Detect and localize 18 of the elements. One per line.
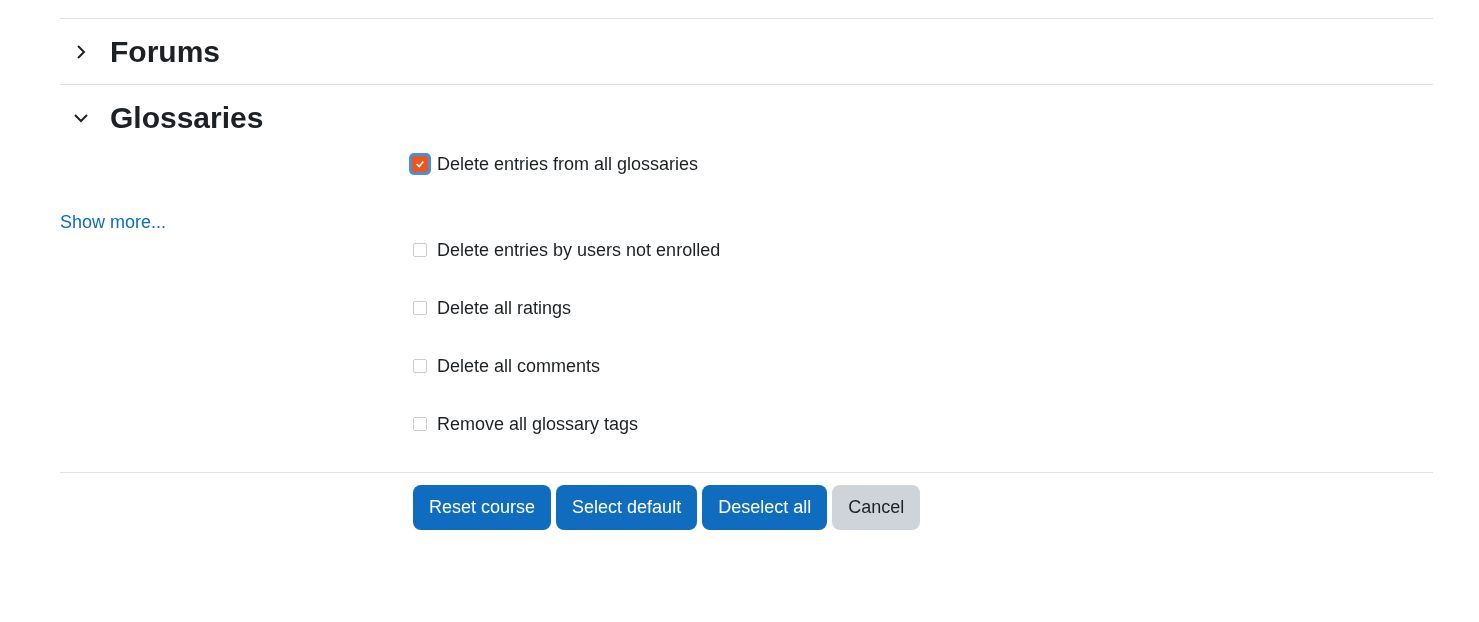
- section-heading[interactable]: Forums: [110, 34, 220, 69]
- checkbox[interactable]: [413, 359, 427, 373]
- section-heading[interactable]: Glossaries: [110, 100, 264, 135]
- show-more-link[interactable]: Show more...: [60, 212, 167, 233]
- action-button[interactable]: Reset course: [413, 485, 552, 530]
- checkbox-label: Remove all glossary tags: [437, 413, 639, 435]
- checkbox-label: Delete all comments: [437, 355, 601, 377]
- action-button[interactable]: Deselect all: [702, 485, 828, 530]
- checkbox[interactable]: [412, 156, 428, 172]
- checkbox[interactable]: [413, 301, 427, 315]
- action-button[interactable]: Select default: [556, 485, 698, 530]
- checkbox-label: Delete entries from all glossaries: [437, 153, 699, 175]
- checkmark-icon: [415, 159, 425, 169]
- checkbox[interactable]: [413, 243, 427, 257]
- checkbox-label: Delete entries by users not enrolled: [437, 239, 721, 261]
- action-button[interactable]: Cancel: [832, 485, 921, 530]
- checkbox-label: Delete all ratings: [437, 297, 572, 319]
- checkbox[interactable]: [413, 417, 427, 431]
